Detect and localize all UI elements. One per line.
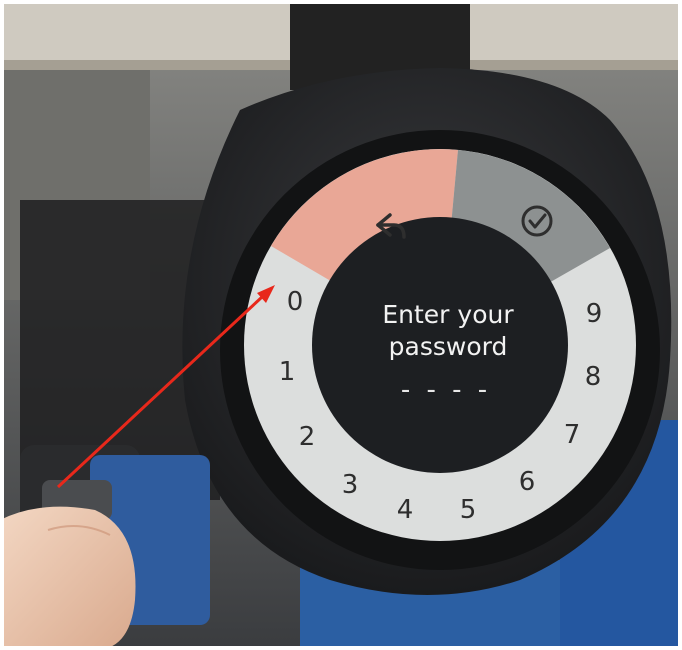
digit-0[interactable]: 0 bbox=[287, 287, 304, 317]
digit-5[interactable]: 5 bbox=[460, 495, 477, 525]
digit-3[interactable]: 3 bbox=[342, 470, 359, 500]
digit-1[interactable]: 1 bbox=[279, 357, 296, 387]
password-mask: - - - - bbox=[401, 375, 491, 405]
digit-4[interactable]: 4 bbox=[397, 495, 414, 525]
digit-6[interactable]: 6 bbox=[519, 467, 536, 497]
digit-2[interactable]: 2 bbox=[299, 422, 316, 452]
digit-9[interactable]: 9 bbox=[586, 299, 603, 329]
thumb bbox=[0, 506, 136, 650]
digit-7[interactable]: 7 bbox=[564, 420, 581, 450]
photo-scene: 0 1 2 3 4 5 6 7 8 9 Enter your password … bbox=[0, 0, 682, 650]
digit-8[interactable]: 8 bbox=[585, 362, 602, 392]
prompt-line-2: password bbox=[389, 332, 508, 361]
prompt-line-1: Enter your bbox=[382, 300, 514, 329]
